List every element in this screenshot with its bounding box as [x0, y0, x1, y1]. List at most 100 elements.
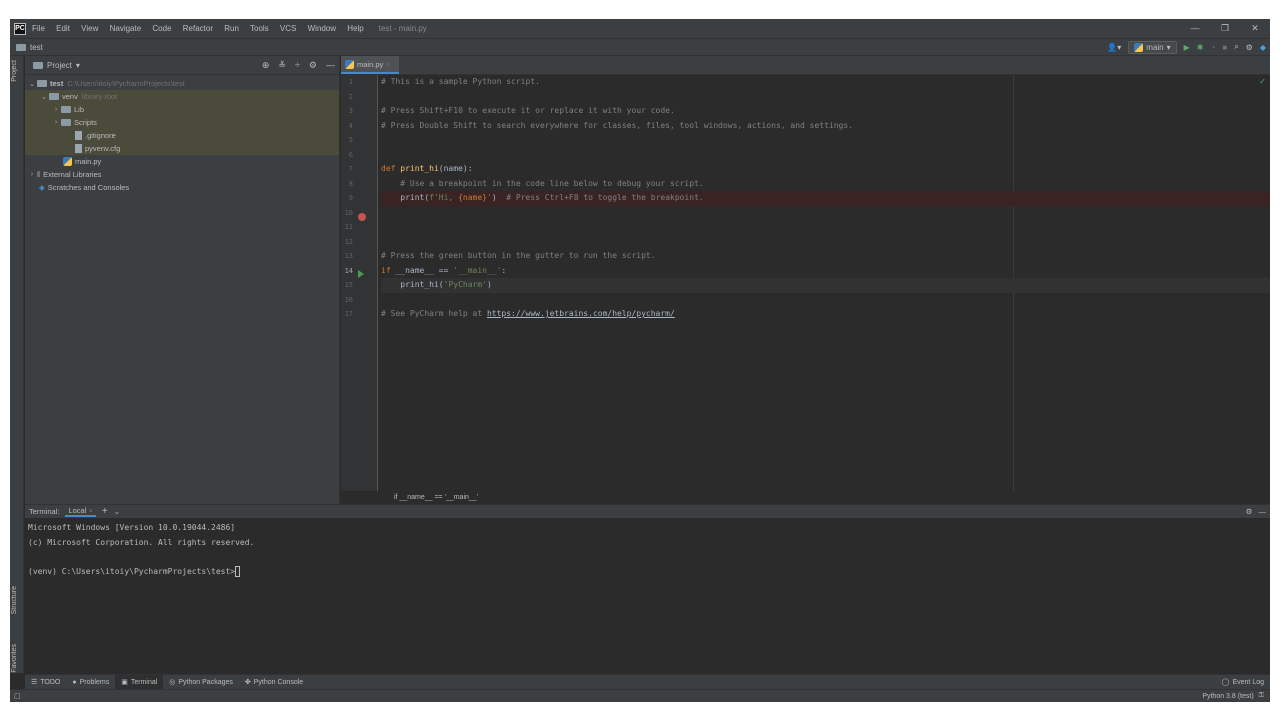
close-button[interactable]: ✕ [1240, 23, 1270, 34]
gear-icon[interactable]: ⚙ [1246, 43, 1253, 52]
menu-help[interactable]: Help [347, 24, 363, 33]
lock-icon[interactable]: ⚿ [1259, 692, 1264, 700]
line-number: 1 [348, 78, 353, 86]
stop-icon[interactable]: ■ [1222, 43, 1227, 52]
line-number: 5 [348, 136, 353, 144]
tool-label: TODO [40, 678, 61, 686]
code-editor[interactable]: 1 2 3 4 5 6 7 8 9 10 11 12 13 14 15 16 1… [341, 75, 1270, 504]
restore-button[interactable]: ❐ [1210, 23, 1240, 34]
favorites-side-tab[interactable]: Favorites [11, 644, 18, 673]
editor-gutter[interactable]: 1 2 3 4 5 6 7 8 9 10 11 12 13 14 15 16 1… [341, 75, 378, 491]
run-icon[interactable]: ▶ [1184, 43, 1190, 52]
menu-bar: File Edit View Navigate Code Refactor Ru… [32, 24, 373, 33]
tree-item-venv[interactable]: ⌄ venv library root [25, 90, 339, 103]
chevron-down-icon[interactable]: ⌄ [27, 80, 37, 88]
project-panel: Project ▾ ⊕ ≚ ÷ ⚙ — ⌄ test C:\Users\itoi… [25, 56, 340, 504]
python-icon [1134, 42, 1144, 52]
menu-edit[interactable]: Edit [56, 24, 70, 33]
python-file-icon [63, 157, 72, 166]
terminal-tool-button[interactable]: ▣ Terminal [115, 674, 164, 690]
project-panel-title[interactable]: Project [47, 61, 72, 70]
tree-item-label: Scratches and Consoles [47, 183, 130, 192]
menu-window[interactable]: Window [308, 24, 336, 33]
python-packages-tool-button[interactable]: ◎ Python Packages [163, 675, 239, 690]
breadcrumb-project[interactable]: test [30, 43, 43, 52]
terminal-line: (c) Microsoft Corporation. All rights re… [28, 537, 255, 547]
gear-icon[interactable]: ⚙ [1246, 507, 1253, 516]
toggle-tool-windows-icon[interactable]: ▢ [14, 692, 21, 700]
project-side-tab[interactable]: Project [11, 60, 18, 82]
menu-code[interactable]: Code [152, 24, 171, 33]
menu-file[interactable]: File [32, 24, 45, 33]
hide-icon[interactable]: — [326, 60, 335, 71]
breakpoint-icon[interactable] [358, 213, 366, 221]
tree-item-pyvenv-cfg[interactable]: pyvenv.cfg [25, 142, 339, 155]
menu-tools[interactable]: Tools [250, 24, 269, 33]
tree-item-test[interactable]: ⌄ test C:\Users\itoiy\PycharmProjects\te… [25, 77, 339, 90]
folder-icon [49, 93, 59, 100]
chevron-right-icon[interactable]: › [51, 106, 61, 113]
collapse-all-icon[interactable]: ÷ [295, 60, 300, 71]
user-icon[interactable]: 👤▾ [1107, 43, 1121, 52]
help-link[interactable]: https://www.jetbrains.com/help/pycharm/ [487, 309, 675, 318]
tree-item-main-py[interactable]: main.py [25, 155, 339, 168]
tree-item-external-libraries[interactable]: › ⫴ External Libraries [25, 168, 339, 181]
tree-item-label: Lib [74, 105, 85, 114]
tool-label: Problems [79, 678, 110, 686]
interpreter-status[interactable]: Python 3.8 (test) [1202, 693, 1253, 700]
locate-icon[interactable]: ⊕ [262, 60, 270, 71]
terminal-cursor [235, 565, 241, 577]
chevron-down-icon[interactable]: ⌄ [114, 507, 120, 516]
folder-icon [61, 119, 71, 126]
tree-item-label: main.py [75, 157, 102, 166]
tree-item-scratches[interactable]: ◈ Scratches and Consoles [25, 181, 339, 194]
breadcrumb[interactable]: test [16, 43, 43, 52]
expand-all-icon[interactable]: ≚ [278, 60, 286, 71]
updates-icon[interactable]: ◆ [1260, 43, 1266, 52]
menu-view[interactable]: View [81, 24, 98, 33]
chevron-right-icon[interactable]: › [27, 171, 37, 178]
problems-tool-button[interactable]: ● Problems [66, 675, 115, 690]
search-icon[interactable]: ⌕ [1234, 42, 1238, 52]
tool-window-bar: ☰ TODO ● Problems ▣ Terminal ◎ Python Pa… [25, 674, 1270, 690]
editor-tab-main-py[interactable]: main.py × [341, 56, 399, 74]
run-gutter-icon[interactable] [358, 270, 364, 278]
todo-tool-button[interactable]: ☰ TODO [25, 675, 66, 690]
chevron-down-icon[interactable]: ▾ [76, 61, 80, 70]
gear-icon[interactable]: ⚙ [309, 60, 317, 71]
line-number: 2 [348, 92, 353, 101]
hide-icon[interactable]: — [1259, 507, 1271, 516]
tree-item-scripts[interactable]: › Scripts [25, 116, 339, 129]
python-console-tool-button[interactable]: ✤ Python Console [239, 675, 309, 690]
tool-label: Python Console [253, 678, 304, 686]
menu-navigate[interactable]: Navigate [110, 24, 142, 33]
editor-breadcrumb[interactable]: if __name__ == '__main__' [378, 491, 1270, 504]
coverage-icon[interactable]: ◔ [1211, 43, 1216, 52]
terminal-output[interactable]: Microsoft Windows [Version 10.0.19044.24… [25, 518, 1270, 582]
tree-item-lib[interactable]: › Lib [25, 103, 339, 116]
code-line-3: # Press Shift+F10 to execute it or repla… [381, 106, 675, 115]
tree-item-path: C:\Users\itoiy\PycharmProjects\test [67, 79, 185, 88]
inspection-ok-icon[interactable]: ✓ [1259, 77, 1266, 86]
chevron-right-icon[interactable]: › [51, 119, 61, 126]
menu-run[interactable]: Run [224, 24, 239, 33]
editor-tab-bar: main.py × [341, 56, 1270, 75]
folder-icon [37, 80, 47, 87]
tree-item-gitignore[interactable]: .gitignore [25, 129, 339, 142]
close-tab-icon[interactable]: × [88, 506, 92, 515]
menu-refactor[interactable]: Refactor [183, 24, 213, 33]
event-log-button[interactable]: ◯ Event Log [1216, 675, 1270, 690]
run-config-selector[interactable]: main ▾ [1128, 40, 1177, 54]
structure-side-tab[interactable]: Structure [11, 586, 18, 614]
close-tab-icon[interactable]: × [386, 60, 390, 69]
minimize-button[interactable]: — [1180, 23, 1210, 34]
debug-icon[interactable]: ✱ [1197, 43, 1204, 52]
menu-vcs[interactable]: VCS [280, 24, 296, 33]
terminal-tab-local[interactable]: Local × [65, 506, 96, 517]
chevron-down-icon[interactable]: ⌄ [39, 93, 49, 101]
python-file-icon [345, 59, 354, 69]
terminal-header: Terminal: Local × + ⌄ ⚙ — [25, 505, 1270, 518]
tool-label: Python Packages [178, 678, 233, 686]
add-terminal-icon[interactable]: + [102, 506, 108, 517]
